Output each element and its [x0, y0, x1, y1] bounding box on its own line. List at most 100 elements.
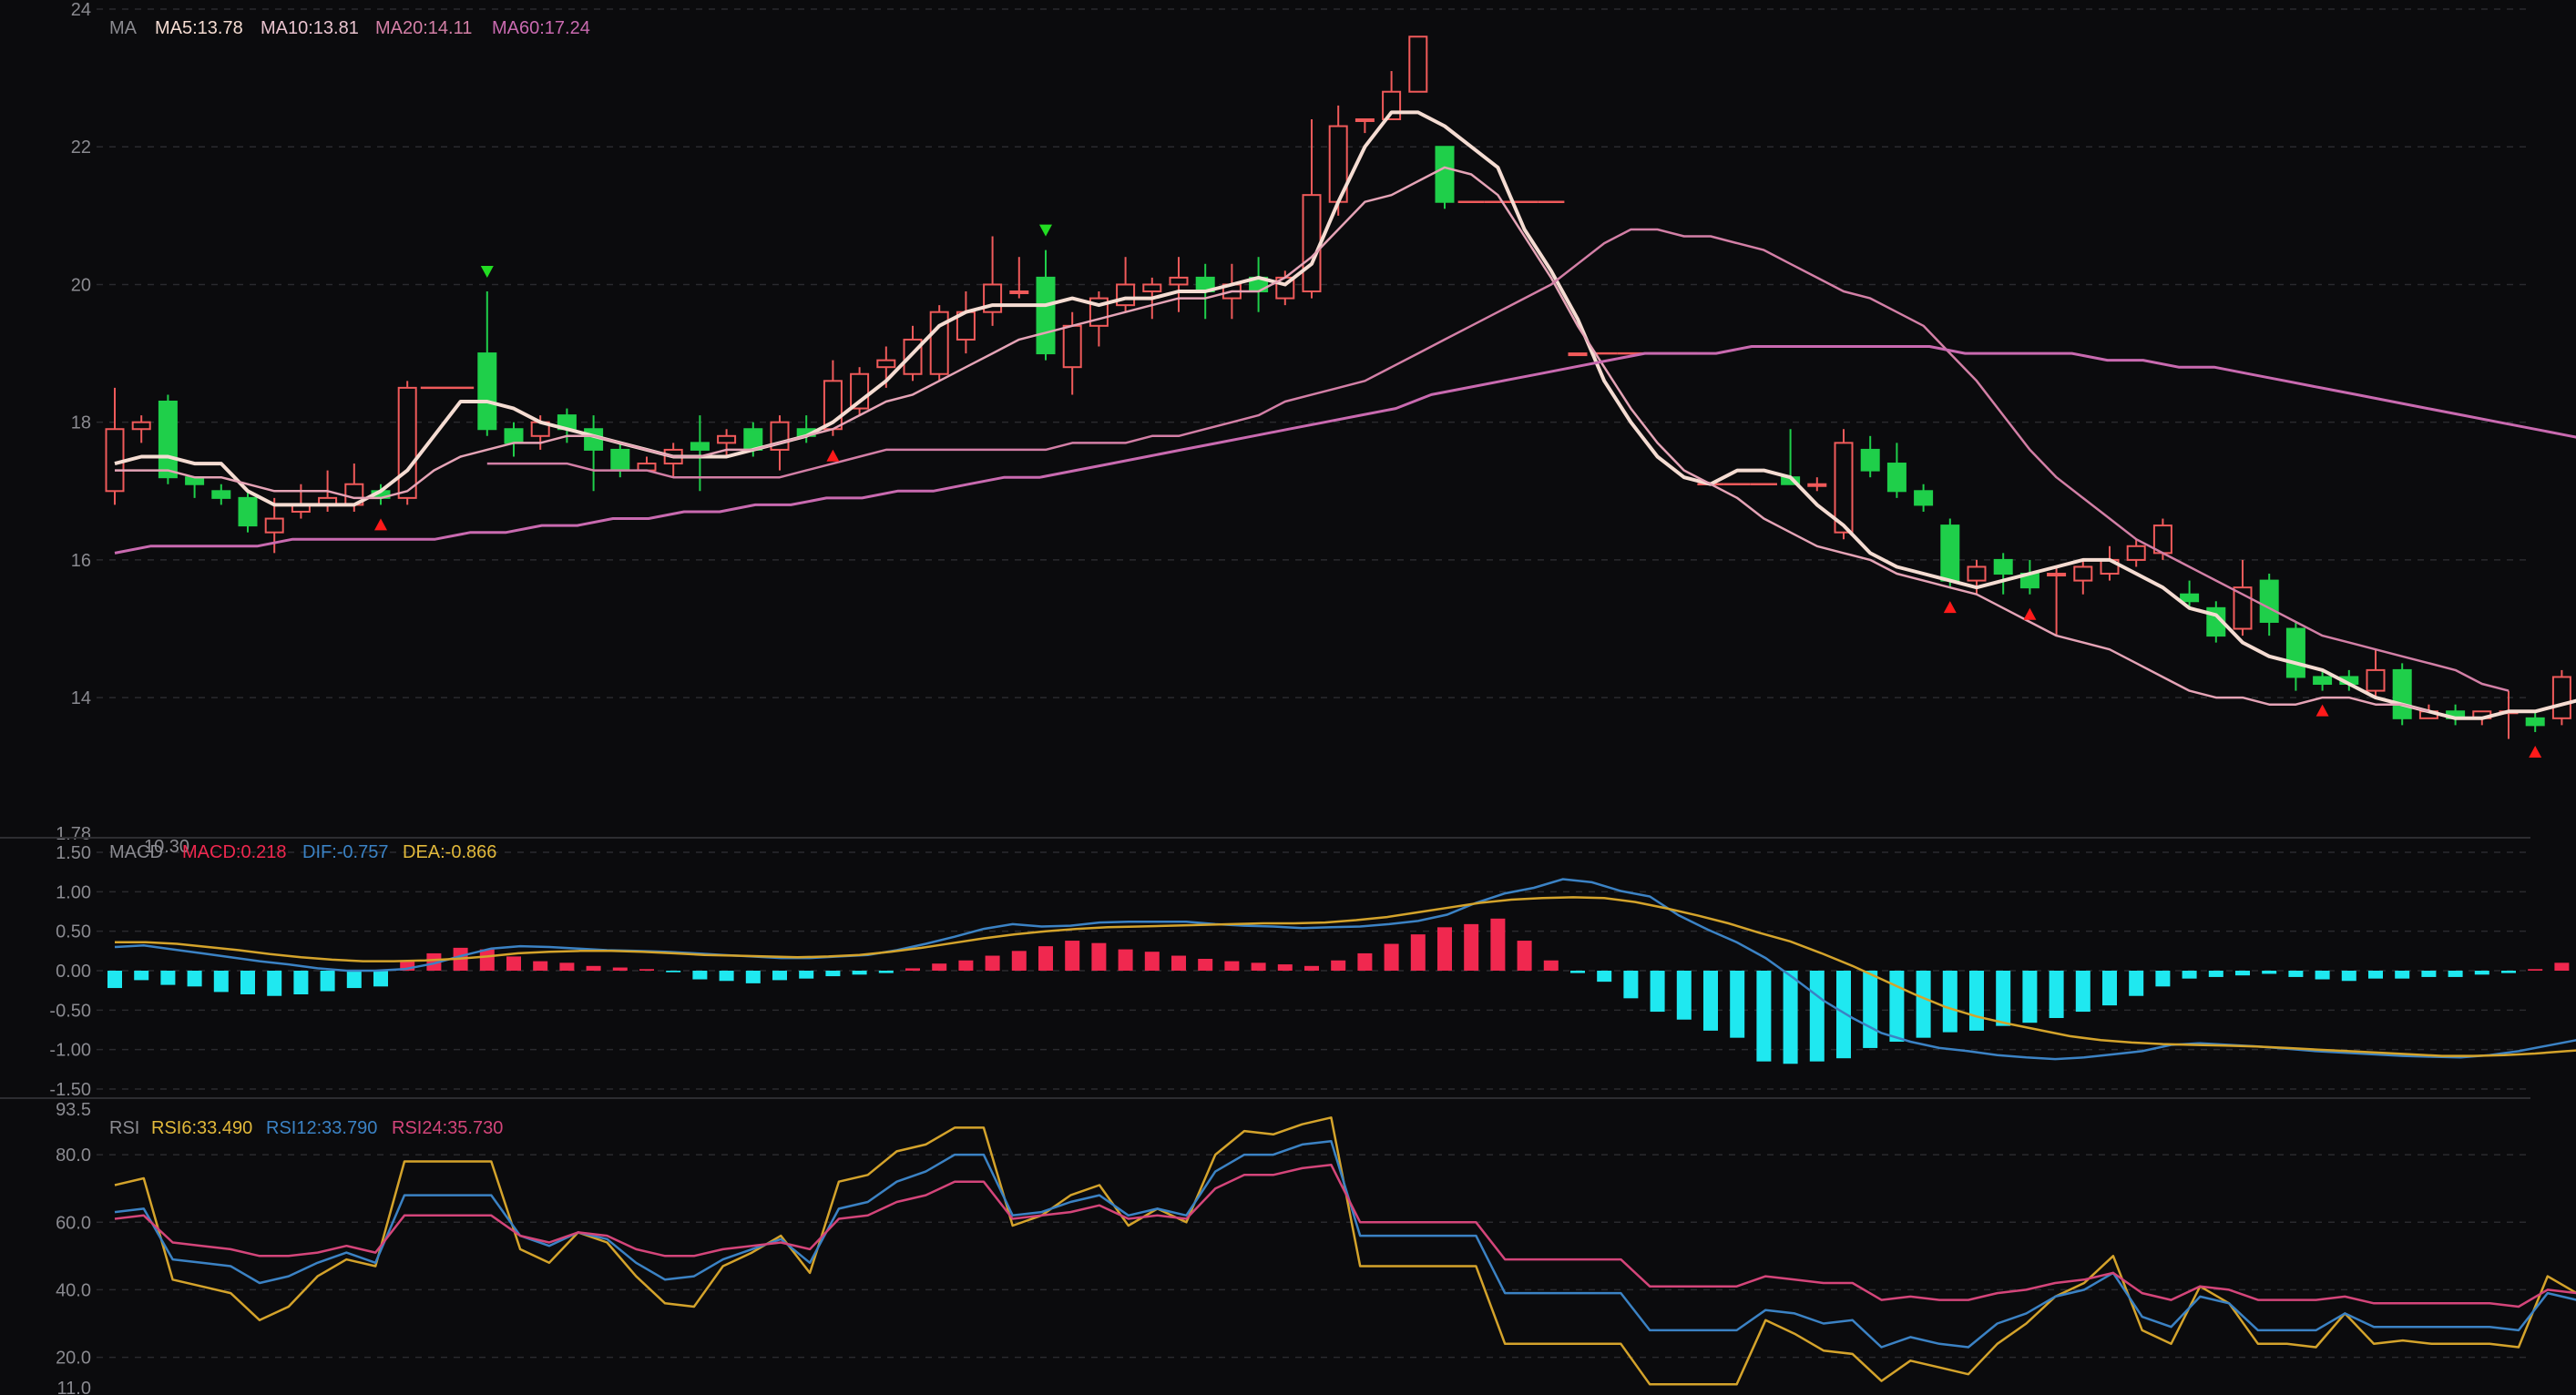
macd-histogram-bar: [1597, 971, 1612, 983]
candle-body-up: [2047, 573, 2067, 577]
macd-histogram-bar: [293, 971, 309, 994]
candle-body-down: [2285, 627, 2305, 678]
macd-histogram-bar: [1331, 960, 1346, 971]
macd-histogram-bar: [240, 971, 255, 994]
ma20-legend: MA20:14.11: [375, 18, 472, 38]
macd-tick-label: -1.00: [49, 1041, 91, 1061]
macd-tick-label: 0.50: [56, 922, 91, 942]
macd-histogram-bar: [1490, 918, 1506, 971]
rsi-tick-label: 20.0: [56, 1349, 91, 1369]
candle-body-up: [397, 386, 417, 499]
macd-histogram-bar: [852, 971, 867, 975]
macd-histogram-bar: [1357, 952, 1373, 971]
macd-histogram-bar: [2395, 971, 2410, 979]
macd-histogram-bar: [692, 971, 708, 980]
candle-body-up: [264, 517, 284, 534]
rsi-legend-title: RSI: [109, 1118, 139, 1138]
macd-histogram-bar: [1809, 971, 1825, 1062]
macd-histogram-bar: [2235, 971, 2250, 976]
candle-body-down: [610, 448, 630, 472]
macd-histogram-bar: [799, 971, 814, 979]
ma10-legend: MA10:13.81: [261, 18, 359, 38]
macd-histogram-bar: [1091, 942, 1107, 971]
macd-histogram-bar: [1038, 946, 1053, 971]
macd-histogram-bar: [612, 967, 628, 971]
dea-legend: DEA:-0.866: [403, 842, 496, 862]
macd-histogram-bar: [2129, 971, 2144, 996]
macd-histogram-bar: [639, 969, 654, 971]
macd-tick-label: 1.00: [56, 882, 91, 902]
candle-body-up: [1169, 276, 1189, 286]
macd-histogram-bar: [1198, 959, 1213, 971]
rsi-legend: RSI RSI6:33.490 RSI12:33.790 RSI24:35.73…: [109, 1118, 503, 1138]
dif-legend: DIF:-0.757: [302, 842, 388, 862]
ma5-legend: MA5:13.78: [155, 18, 243, 38]
macd-histogram-bar: [2341, 971, 2356, 982]
macd-histogram-bar: [479, 949, 495, 971]
candle-body-up: [1116, 283, 1136, 307]
macd-histogram-bar: [1756, 971, 1772, 1062]
macd-histogram-bar: [1996, 971, 2011, 1026]
macd-histogram-bar: [1783, 971, 1798, 1064]
candle[interactable]: [2392, 663, 2412, 726]
candle-body-down: [2180, 593, 2200, 603]
rsi24-legend: RSI24:35.730: [392, 1118, 503, 1138]
candle[interactable]: [929, 305, 949, 382]
macd-histogram-bar: [213, 971, 229, 993]
macd-histogram-bar: [1916, 971, 1931, 1038]
macd-histogram-bar: [985, 955, 1000, 971]
macd-histogram-bar: [772, 971, 787, 981]
macd-histogram-bar: [2528, 969, 2543, 971]
candle[interactable]: [1408, 36, 1428, 93]
candle-body-down: [2525, 717, 2545, 727]
macd-histogram-bar: [2102, 971, 2117, 1006]
macd-histogram-bar: [1118, 949, 1133, 971]
main-tick-label: 14: [71, 688, 91, 708]
macd-histogram-bar: [586, 965, 601, 971]
candle-body-up: [1568, 352, 1588, 357]
macd-histogram-bar: [346, 971, 362, 989]
main-tick-label: 20: [71, 275, 91, 295]
candle-body-down: [1886, 463, 1906, 493]
macd-histogram-bar: [1011, 951, 1027, 971]
macd-histogram-bar: [2315, 971, 2330, 980]
macd-histogram-bar: [958, 960, 974, 971]
candle-body-down: [504, 428, 524, 444]
candle-body-down: [238, 496, 258, 527]
main-tick-label: 22: [71, 137, 91, 158]
macd-histogram-bar: [1251, 962, 1266, 971]
candle-body-down: [690, 442, 710, 451]
macd-value-legend: MACD:0.218: [182, 842, 287, 862]
macd-histogram-bar: [1437, 927, 1452, 971]
candle[interactable]: [1568, 352, 1588, 357]
macd-histogram-bar: [1464, 923, 1479, 971]
macd-tick-label: 1.50: [56, 843, 91, 863]
macd-histogram-bar: [1304, 965, 1319, 971]
candle-body-down: [1914, 490, 1934, 506]
macd-histogram-bar: [107, 971, 122, 989]
macd-histogram-bar: [1650, 971, 1665, 1013]
candle[interactable]: [1435, 146, 1455, 209]
main-tick-label: 18: [71, 413, 91, 433]
candle-body-up: [1062, 324, 1082, 369]
macd-histogram-bar: [1942, 971, 1958, 1033]
candle[interactable]: [2551, 669, 2571, 726]
macd-histogram-bar: [187, 971, 202, 987]
rsi12-legend: RSI12:33.790: [266, 1118, 377, 1138]
macd-histogram-bar: [1570, 971, 1585, 973]
macd-histogram-bar: [2182, 971, 2197, 979]
macd-histogram-bar: [2474, 971, 2489, 975]
candle-body-up: [1142, 283, 1162, 293]
candle[interactable]: [238, 491, 258, 533]
candle-body-down: [2259, 579, 2279, 623]
macd-histogram-bar: [1410, 934, 1426, 971]
macd-tick-label: -1.50: [49, 1080, 91, 1100]
candle-body-up: [1354, 117, 1375, 122]
candle-body-up: [1807, 483, 1827, 487]
candle-body-up: [2551, 676, 2571, 719]
stock-chart[interactable]: 24 22 20 18 16 14 1.50 1.00 0.50 0.00 -0.50 -1.00 -1…: [0, 0, 2576, 1395]
macd-histogram-bar: [160, 971, 176, 985]
macd-histogram-bar: [1144, 952, 1160, 971]
macd-histogram-bar: [1384, 943, 1399, 971]
macd-histogram-bar: [2288, 971, 2304, 977]
